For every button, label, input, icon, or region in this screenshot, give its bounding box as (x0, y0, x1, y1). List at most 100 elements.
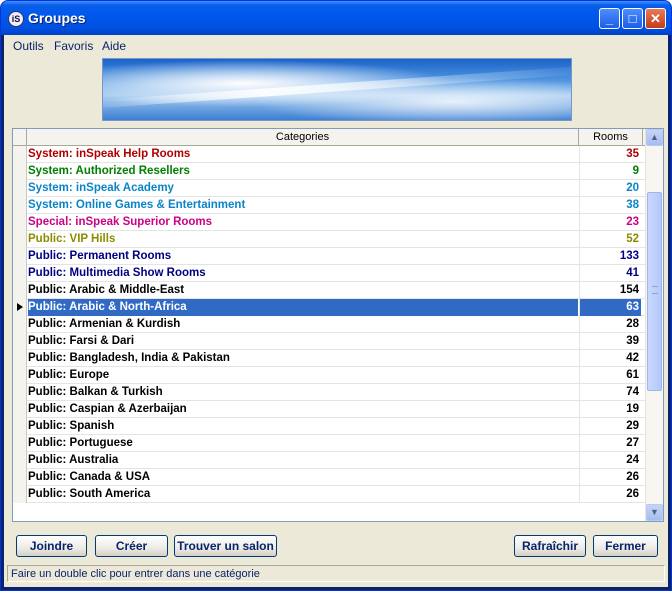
category-name-cell[interactable]: Public: Balkan & Turkish (28, 384, 578, 401)
menu-aide[interactable]: Aide (102, 39, 126, 53)
table-row[interactable]: Public: Europe 61 (13, 367, 645, 384)
row-indicator[interactable] (13, 180, 27, 197)
table-row[interactable]: Public: VIP Hills 52 (13, 231, 645, 248)
vertical-scrollbar[interactable]: ▲ ▼ (645, 129, 663, 521)
row-indicator[interactable] (13, 350, 27, 367)
category-name-cell[interactable]: Public: Bangladesh, India & Pakistan (28, 350, 578, 367)
rooms-count-cell[interactable]: 29 (579, 418, 641, 435)
rooms-count-cell[interactable]: 28 (579, 316, 641, 333)
scroll-up-arrow-icon[interactable]: ▲ (646, 129, 663, 146)
category-name-cell[interactable]: Public: Arabic & North-Africa (28, 299, 578, 316)
table-row[interactable]: System: Authorized Resellers 9 (13, 163, 645, 180)
category-name-cell[interactable]: Public: Arabic & Middle-East (28, 282, 578, 299)
rooms-count-cell[interactable]: 41 (579, 265, 641, 282)
table-row[interactable]: Public: Balkan & Turkish 74 (13, 384, 645, 401)
menu-outils[interactable]: Outils (13, 39, 44, 53)
rooms-count-cell[interactable]: 42 (579, 350, 641, 367)
rooms-count-cell[interactable]: 39 (579, 333, 641, 350)
table-row[interactable]: Public: Portuguese 27 (13, 435, 645, 452)
category-name-cell[interactable]: Public: South America (28, 486, 578, 503)
rooms-count-cell[interactable]: 23 (579, 214, 641, 231)
table-row[interactable]: Public: Bangladesh, India & Pakistan 42 (13, 350, 645, 367)
table-row[interactable]: Public: Multimedia Show Rooms 41 (13, 265, 645, 282)
category-name-cell[interactable]: Public: VIP Hills (28, 231, 578, 248)
row-indicator[interactable] (13, 231, 27, 248)
category-name-cell[interactable]: Public: Armenian & Kurdish (28, 316, 578, 333)
rooms-count-cell[interactable]: 74 (579, 384, 641, 401)
row-indicator[interactable] (13, 384, 27, 401)
category-name-cell[interactable]: System: Authorized Resellers (28, 163, 578, 180)
table-row[interactable]: Public: Arabic & North-Africa 63 (13, 299, 645, 316)
table-row[interactable]: Special: inSpeak Superior Rooms 23 (13, 214, 645, 231)
table-row[interactable]: Public: Caspian & Azerbaijan 19 (13, 401, 645, 418)
row-indicator[interactable] (13, 367, 27, 384)
refresh-button[interactable]: Rafraîchir (514, 535, 586, 557)
close-button[interactable]: ✕ (645, 8, 666, 29)
table-row[interactable]: System: Online Games & Entertainment 38 (13, 197, 645, 214)
category-name-cell[interactable]: Public: Spanish (28, 418, 578, 435)
row-indicator[interactable] (13, 265, 27, 282)
category-name-cell[interactable]: Public: Permanent Rooms (28, 248, 578, 265)
category-name-cell[interactable]: Public: Europe (28, 367, 578, 384)
maximize-button[interactable]: □ (622, 8, 643, 29)
table-row[interactable]: Public: Arabic & Middle-East 154 (13, 282, 645, 299)
rooms-count-cell[interactable]: 26 (579, 486, 641, 503)
categories-grid[interactable]: Categories Rooms System: inSpeak Help Ro… (12, 128, 664, 522)
category-name-cell[interactable]: Public: Farsi & Dari (28, 333, 578, 350)
column-header-rooms[interactable]: Rooms (579, 129, 643, 145)
scroll-down-arrow-icon[interactable]: ▼ (646, 504, 663, 521)
rooms-count-cell[interactable]: 154 (579, 282, 641, 299)
category-name-cell[interactable]: Public: Australia (28, 452, 578, 469)
find-room-button[interactable]: Trouver un salon (174, 535, 277, 557)
column-header-categories[interactable]: Categories (27, 129, 579, 145)
create-button[interactable]: Créer (95, 535, 168, 557)
rooms-count-cell[interactable]: 9 (579, 163, 641, 180)
row-indicator[interactable] (13, 282, 27, 299)
category-name-cell[interactable]: System: inSpeak Help Rooms (28, 146, 578, 163)
row-indicator[interactable] (13, 146, 27, 163)
rooms-count-cell[interactable]: 24 (579, 452, 641, 469)
title-bar[interactable]: iS Groupes _ □ ✕ (1, 1, 671, 35)
rooms-count-cell[interactable]: 61 (579, 367, 641, 384)
row-indicator[interactable] (13, 418, 27, 435)
category-name-cell[interactable]: System: inSpeak Academy (28, 180, 578, 197)
table-row[interactable]: System: inSpeak Academy 20 (13, 180, 645, 197)
table-row[interactable]: Public: Permanent Rooms 133 (13, 248, 645, 265)
table-row[interactable]: Public: Australia 24 (13, 452, 645, 469)
rooms-count-cell[interactable]: 26 (579, 469, 641, 486)
join-button[interactable]: Joindre (16, 535, 87, 557)
table-row[interactable]: Public: South America 26 (13, 486, 645, 503)
row-indicator[interactable] (13, 214, 27, 231)
menu-favoris[interactable]: Favoris (54, 39, 93, 53)
rooms-count-cell[interactable]: 52 (579, 231, 641, 248)
close-dialog-button[interactable]: Fermer (593, 535, 658, 557)
row-indicator[interactable] (13, 401, 27, 418)
rooms-count-cell[interactable]: 63 (579, 299, 641, 316)
table-row[interactable]: Public: Armenian & Kurdish 28 (13, 316, 645, 333)
category-name-cell[interactable]: Public: Multimedia Show Rooms (28, 265, 578, 282)
row-indicator[interactable] (13, 333, 27, 350)
row-indicator[interactable] (13, 316, 27, 333)
rooms-count-cell[interactable]: 35 (579, 146, 641, 163)
category-name-cell[interactable]: Special: inSpeak Superior Rooms (28, 214, 578, 231)
minimize-button[interactable]: _ (599, 8, 620, 29)
row-indicator[interactable] (13, 435, 27, 452)
table-row[interactable]: System: inSpeak Help Rooms 35 (13, 146, 645, 163)
rooms-count-cell[interactable]: 20 (579, 180, 641, 197)
rooms-count-cell[interactable]: 133 (579, 248, 641, 265)
category-name-cell[interactable]: Public: Portuguese (28, 435, 578, 452)
table-row[interactable]: Public: Spanish 29 (13, 418, 645, 435)
row-indicator[interactable] (13, 452, 27, 469)
rooms-count-cell[interactable]: 19 (579, 401, 641, 418)
row-indicator[interactable] (13, 486, 27, 503)
scrollbar-thumb[interactable] (647, 192, 662, 391)
row-indicator[interactable] (13, 197, 27, 214)
category-name-cell[interactable]: Public: Caspian & Azerbaijan (28, 401, 578, 418)
table-row[interactable]: Public: Canada & USA 26 (13, 469, 645, 486)
category-name-cell[interactable]: Public: Canada & USA (28, 469, 578, 486)
rooms-count-cell[interactable]: 27 (579, 435, 641, 452)
row-indicator[interactable] (13, 163, 27, 180)
current-row-arrow-icon[interactable] (13, 299, 27, 316)
row-indicator[interactable] (13, 469, 27, 486)
row-indicator[interactable] (13, 248, 27, 265)
